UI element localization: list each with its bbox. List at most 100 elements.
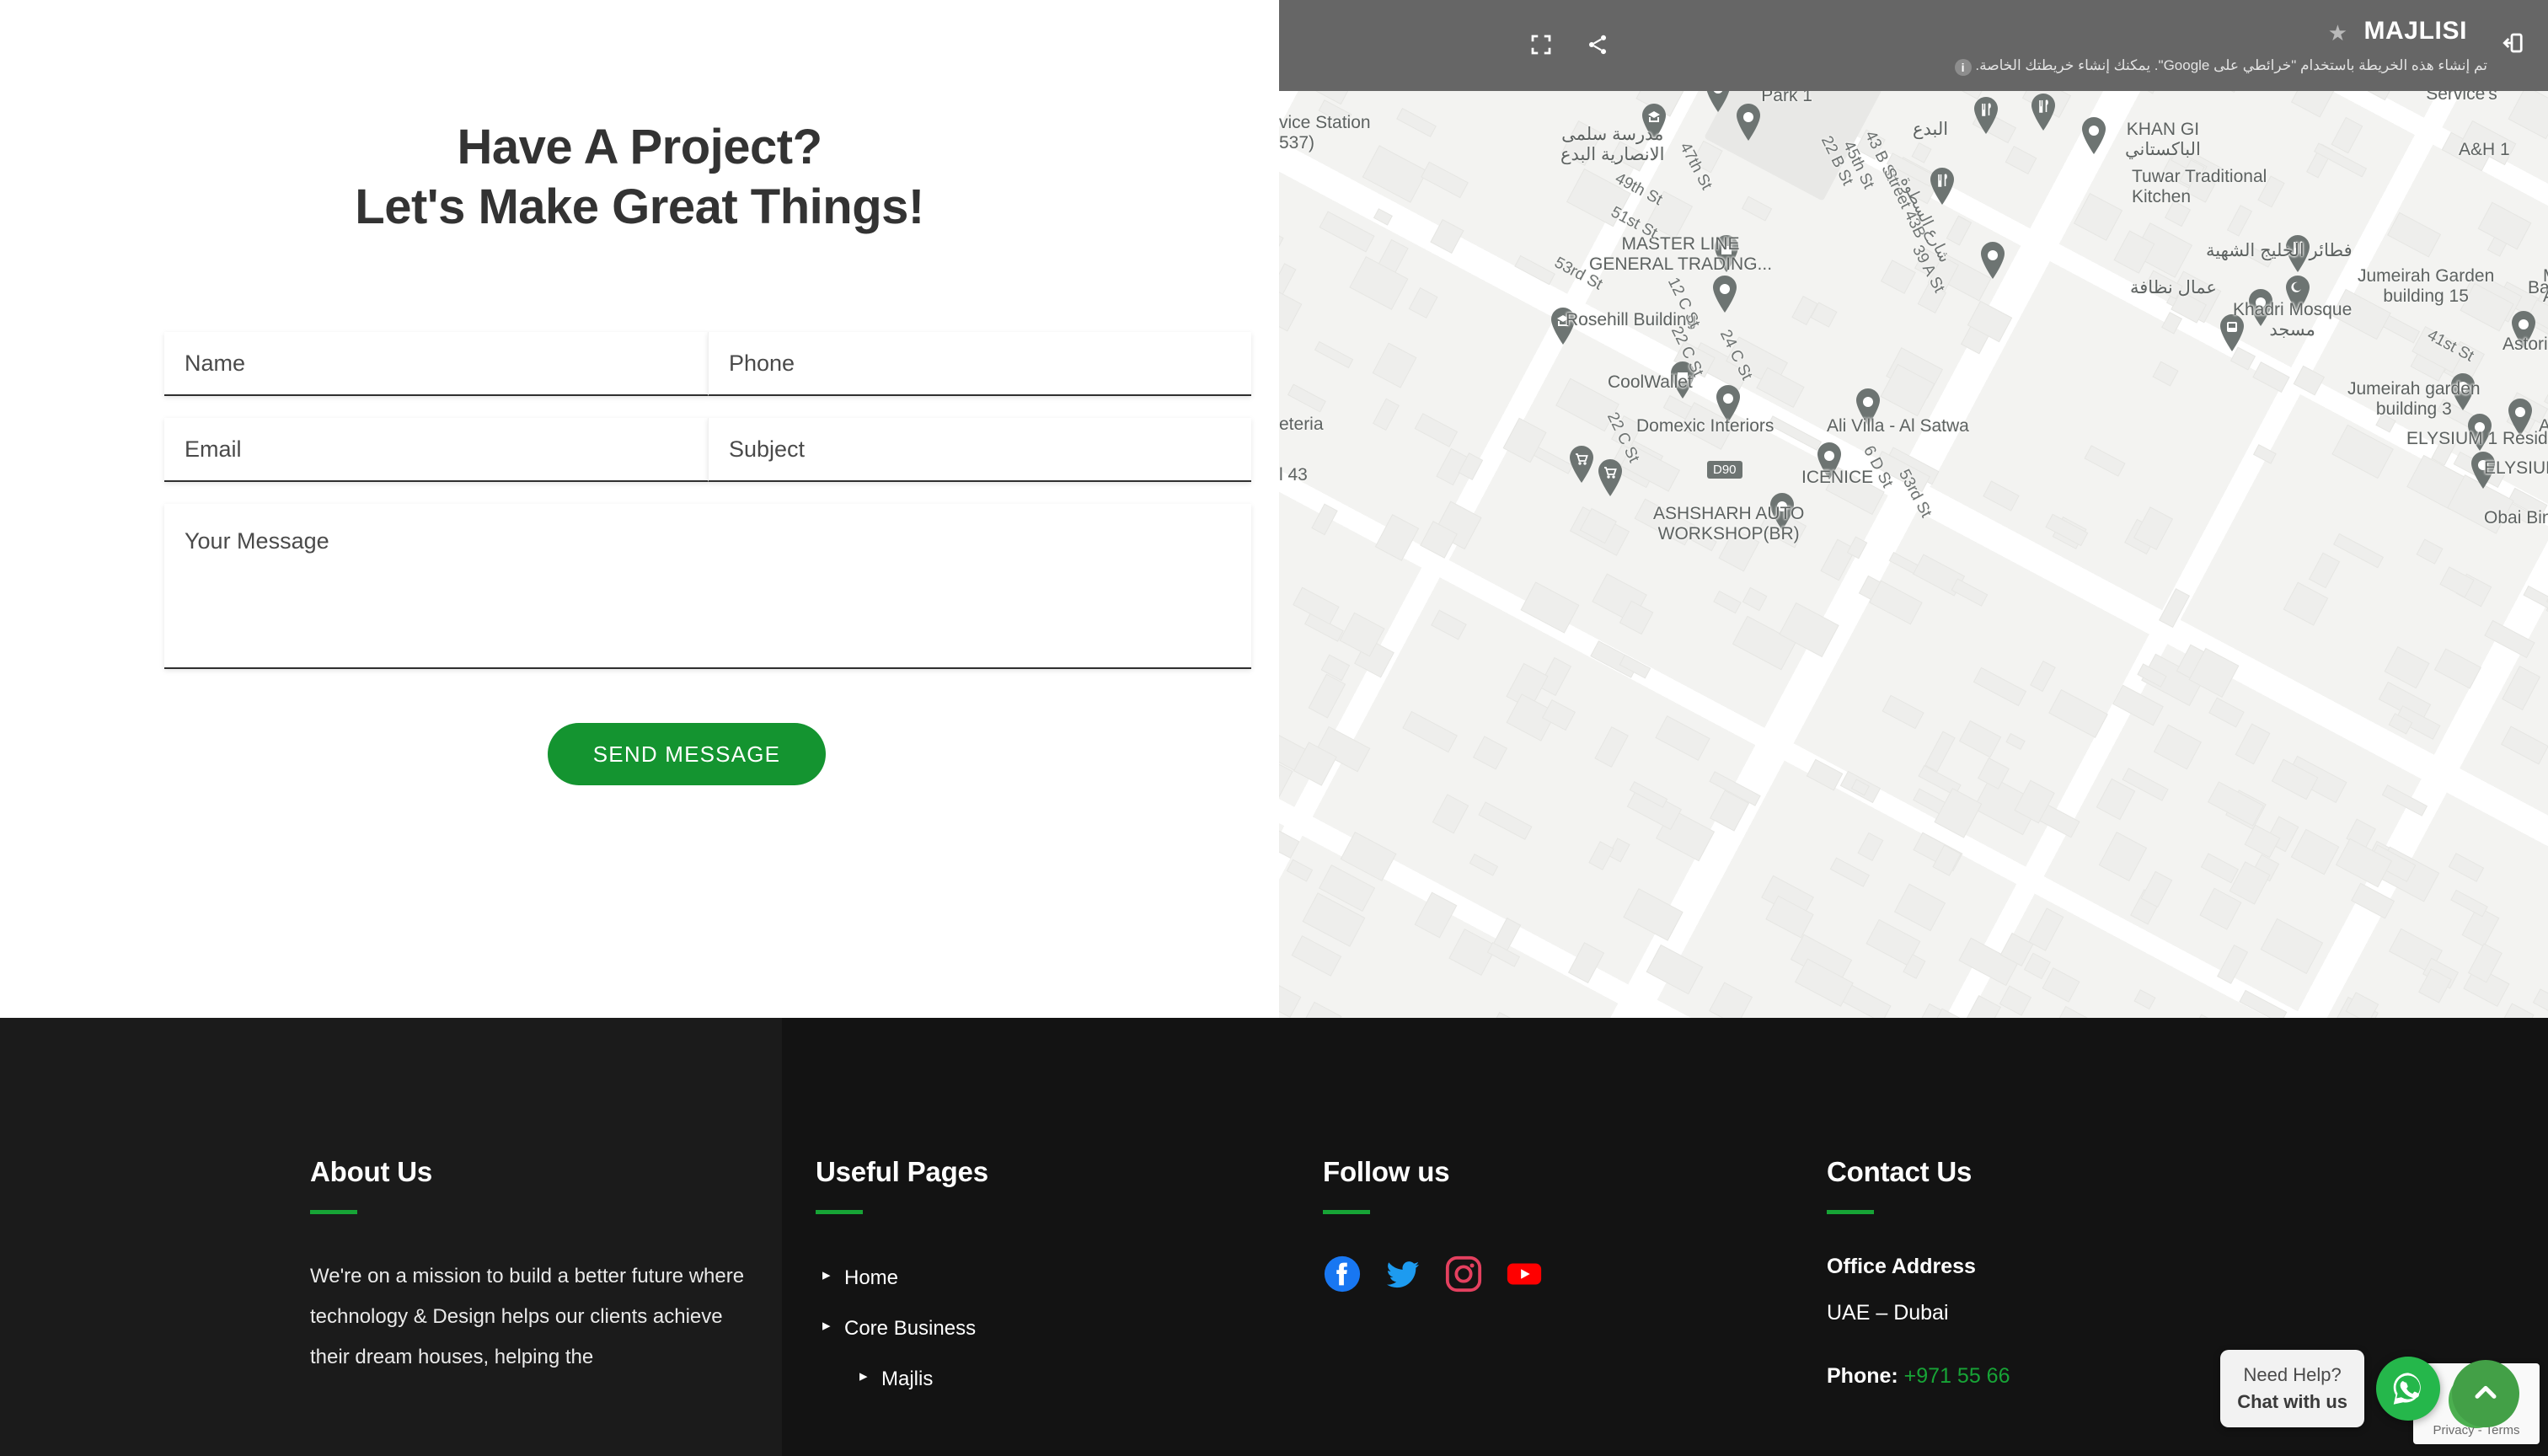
email-input[interactable] (164, 418, 708, 480)
useful-pages-item[interactable]: Home (816, 1253, 1203, 1303)
contact-us-heading: Contact Us (1827, 1156, 1973, 1187)
page-title: Have A Project? Let's Make Great Things! (0, 118, 1279, 238)
map-place-label: Astoria buildi (2502, 335, 2548, 354)
headline-line-1: Have A Project? (457, 120, 822, 174)
dot-pin[interactable] (1978, 241, 2007, 280)
whatsapp-icon[interactable] (2376, 1357, 2440, 1421)
subject-input[interactable] (709, 418, 1251, 480)
map-place-label: A&H 1 (2459, 140, 2510, 159)
map-place-label: ICENICE (1801, 468, 1874, 487)
facebook-icon[interactable] (1323, 1255, 1362, 1293)
map-place-label: KHAN GI الباكستاني (2125, 120, 2201, 160)
star-icon[interactable]: ★ (2328, 20, 2347, 46)
headline-line-2: Let's Make Great Things! (355, 179, 924, 234)
map-place-label: ELYSIUM 2 Resi (2484, 458, 2548, 478)
map-place-label: vice Station 537) (1279, 113, 1371, 153)
office-address-label: Office Address (1827, 1255, 1976, 1278)
map-place-label: Khadri Mosque مسجد (2233, 300, 2353, 340)
phone-number[interactable]: +971 55 66 (1904, 1364, 2010, 1388)
map-place-label: Tuwar Traditional Kitchen (2132, 167, 2267, 207)
map-title: MAJLISI (2363, 17, 2467, 45)
map-place-label: MASTER LINE GENERAL TRADING... (1589, 234, 1773, 275)
footer-column-follow: Follow us (1323, 1156, 1677, 1293)
fullscreen-icon[interactable] (1522, 25, 1560, 64)
useful-pages-heading-rule (816, 1210, 863, 1214)
map-place-label: Ma A (2543, 266, 2548, 307)
contact-form: SEND MESSAGE (164, 332, 1251, 785)
twitter-icon[interactable] (1384, 1255, 1422, 1293)
form-row-1 (164, 332, 1251, 396)
youtube-icon[interactable] (1505, 1255, 1544, 1293)
page-root: Have A Project? Let's Make Great Things! (0, 0, 2548, 1456)
map-place-label: CoolWallet (1608, 372, 1693, 392)
form-row-3 (164, 504, 1251, 669)
phone-field-wrap (708, 332, 1251, 396)
whatsapp-widget[interactable]: Need Help? Chat with us (2220, 1350, 2440, 1427)
useful-pages-list: HomeCore BusinessMajlis (816, 1253, 1203, 1405)
contact-section: Have A Project? Let's Make Great Things! (0, 0, 1279, 1018)
about-heading-rule (310, 1210, 357, 1214)
name-field-wrap (164, 332, 708, 396)
dot-pin[interactable] (1710, 275, 1739, 313)
follow-us-heading: Follow us (1323, 1156, 1450, 1187)
name-input[interactable] (164, 332, 708, 394)
useful-pages-heading: Useful Pages (816, 1156, 988, 1187)
send-message-button[interactable]: SEND MESSAGE (547, 723, 827, 785)
useful-pages-item[interactable]: Core Business (816, 1303, 1203, 1354)
map-place-label: فطائر الخليج الشهية (2206, 241, 2353, 260)
instagram-icon[interactable] (1444, 1255, 1483, 1293)
map-toolbar: ★ MAJLISI تم إنشاء هذه الخريطة باستخدام … (1279, 0, 2548, 91)
email-field-wrap (164, 418, 708, 482)
restaurant-pin[interactable] (1928, 167, 1956, 206)
map-section[interactable]: Union Coopسوق ضخمBilal Technical Service… (1279, 0, 2548, 1018)
map-place-label: ELYSIUM 1 Residence (2406, 429, 2548, 448)
phone-label: Phone: (1827, 1364, 1898, 1388)
about-heading: About Us (310, 1156, 433, 1187)
dot-pin[interactable] (1734, 103, 1763, 142)
whatsapp-tooltip: Need Help? Chat with us (2220, 1350, 2364, 1427)
follow-us-heading-rule (1323, 1210, 1370, 1214)
map-place-label: عمال نظافة (2130, 278, 2217, 297)
about-body: We're on a mission to build a better fut… (310, 1265, 745, 1368)
message-textarea[interactable] (164, 504, 1251, 667)
cart-pin[interactable] (1567, 445, 1596, 484)
phone-input[interactable] (709, 332, 1251, 394)
open-in-new-icon[interactable] (2492, 24, 2531, 62)
message-field-wrap (164, 504, 1251, 669)
restaurant-pin[interactable] (2029, 93, 2058, 131)
map-attribution-text: تم إنشاء هذه الخريطة باستخدام "خرائطي عل… (1975, 57, 2487, 73)
footer-column-pages: Useful Pages HomeCore BusinessMajlis (816, 1156, 1203, 1405)
whatsapp-tooltip-line-1: Need Help? (2243, 1364, 2342, 1386)
site-footer: About Us We're on a mission to build a b… (0, 1018, 2548, 1456)
subject-field-wrap (708, 418, 1251, 482)
scroll-to-top-button[interactable] (2452, 1360, 2519, 1427)
map-route-shield: D90 (1707, 461, 1742, 479)
map-place-label: Jumeirah Garden building 15 (2358, 266, 2495, 307)
whatsapp-tooltip-line-2: Chat with us (2237, 1391, 2347, 1413)
info-icon[interactable]: i (1954, 59, 1972, 76)
map-canvas[interactable]: Union Coopسوق ضخمBilal Technical Service… (1279, 0, 2548, 1018)
share-icon[interactable] (1578, 25, 1617, 64)
map-place-label: البدع (1913, 120, 1949, 139)
footer-columns: About Us We're on a mission to build a b… (0, 1018, 2548, 1456)
map-place-label: مدرسة سلمى الانصارية البدع (1560, 125, 1665, 165)
submit-row: SEND MESSAGE (164, 723, 1251, 785)
map-place-label: ASHSHARH AUTO WORKSHOP(BR) (1653, 504, 1805, 544)
social-links (1323, 1255, 1677, 1293)
form-row-2 (164, 418, 1251, 482)
map-place-label: Obai Bin Kaab (2484, 508, 2548, 527)
map-place-label: l 43 (1279, 465, 1308, 484)
useful-pages-item[interactable]: Majlis (816, 1354, 1203, 1405)
cart-pin[interactable] (1596, 458, 1625, 497)
map-place-label: Jumeirah garden building 3 (2347, 379, 2481, 420)
map-attribution: تم إنشاء هذه الخريطة باستخدام "خرائطي عل… (1950, 57, 2487, 76)
office-address-block: Office Address UAE – Dubai (1827, 1255, 2299, 1325)
footer-column-about: About Us We're on a mission to build a b… (310, 1156, 765, 1378)
restaurant-pin[interactable] (1972, 96, 2000, 135)
map-place-label: Ali Villa - Al Satwa (1827, 416, 1969, 436)
contact-us-heading-rule (1827, 1210, 1874, 1214)
dot-pin[interactable] (2080, 116, 2108, 155)
map-place-label: eteria (1279, 415, 1324, 434)
map-place-label: Domexic Interiors (1636, 416, 1774, 436)
office-address-value: UAE – Dubai (1827, 1301, 1949, 1325)
